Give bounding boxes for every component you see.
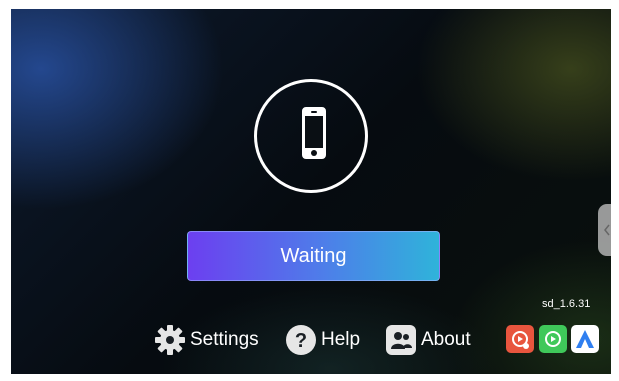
chevron-left-icon: [604, 224, 610, 236]
question-mark-icon: ?: [285, 324, 317, 356]
smartphone-icon: [302, 107, 326, 159]
phone-speaker: [311, 111, 317, 113]
help-label: Help: [321, 329, 361, 350]
phone-home-button: [311, 150, 317, 156]
carplay-play-icon: [545, 331, 561, 347]
waiting-label: Waiting: [280, 244, 347, 267]
about-button[interactable]: About: [385, 322, 471, 358]
settings-label: Settings: [190, 329, 259, 350]
help-button[interactable]: ? Help: [285, 322, 360, 358]
phone-screen: [305, 116, 323, 148]
about-label: About: [421, 329, 471, 350]
carplay-play-icon: [512, 331, 529, 349]
carplay-app-green[interactable]: [539, 325, 567, 353]
svg-text:?: ?: [295, 330, 307, 352]
settings-button[interactable]: Settings: [154, 322, 259, 358]
carplay-app-red[interactable]: [506, 325, 534, 353]
gear-icon: [154, 324, 186, 356]
android-auto-icon: [576, 330, 594, 348]
side-panel-tab[interactable]: [598, 204, 611, 256]
android-auto-app[interactable]: [571, 325, 599, 353]
people-icon: [385, 324, 417, 356]
version-label: sd_1.6.31: [542, 298, 591, 310]
phone-connection-indicator: [254, 79, 368, 193]
waiting-button[interactable]: Waiting: [187, 231, 440, 281]
main-screen: Waiting sd_1.6.31 Settings ? Help About: [11, 9, 611, 374]
